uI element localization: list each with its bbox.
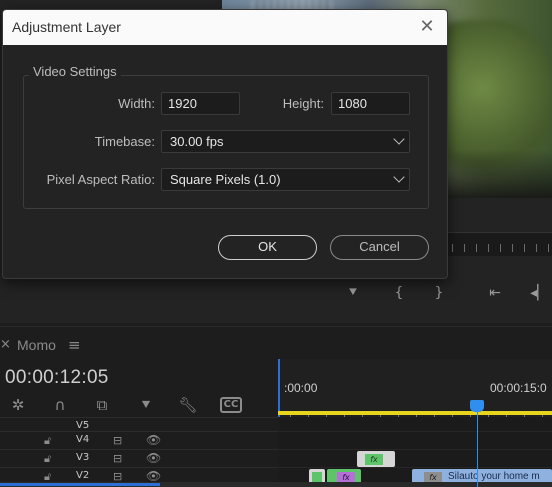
eye-icon[interactable]: 👁︎ [146, 433, 161, 447]
height-label: Height: [282, 96, 324, 111]
add-marker-icon[interactable]: ⯆ [342, 282, 364, 304]
track-headers: V5 🔓︎ V4 ⊟ 👁︎ 🔓︎ V3 ⊟ 👁︎ 🔓︎ V2 ⊟ 👁︎ [0, 417, 278, 487]
timebase-value: 30.00 fps [170, 134, 224, 149]
ruler-time-mid: 00:00:15:0 [490, 381, 547, 395]
go-to-in-icon[interactable]: ⇤ [484, 282, 506, 304]
height-field[interactable]: 1080 [331, 92, 410, 115]
track-name: V4 [76, 434, 90, 445]
captions-icon[interactable]: CC [220, 397, 242, 413]
pixel-aspect-ratio-select[interactable]: Square Pixels (1.0) [161, 168, 410, 191]
close-tab-icon[interactable]: × [0, 337, 11, 352]
width-field[interactable]: 1920 [161, 92, 240, 115]
step-back-icon[interactable]: ◂▏ [528, 282, 550, 304]
timeline-tab-label[interactable]: Momo [17, 337, 56, 353]
track-area[interactable]: fx fx fx Silauto your home m [279, 417, 552, 487]
pixel-aspect-ratio-label: Pixel Aspect Ratio: [46, 172, 155, 187]
timeline-ruler[interactable]: :00:00 00:00:15:0 [278, 359, 552, 417]
timeline-timecode[interactable]: 00:00:12:05 [5, 367, 109, 389]
panel-menu-icon[interactable]: ≡ [68, 336, 81, 354]
mark-in-icon[interactable]: { [388, 282, 410, 304]
snap-magnet-icon[interactable]: ∩ [48, 393, 72, 417]
chevron-down-icon [393, 171, 405, 183]
track-name: V3 [76, 452, 90, 463]
pixel-aspect-ratio-value: Square Pixels (1.0) [170, 172, 281, 187]
playhead-line [477, 412, 478, 487]
track-name: V5 [76, 420, 90, 431]
program-monitor-ruler[interactable] [448, 232, 552, 256]
sync-lock-icon[interactable]: ⊟ [113, 452, 122, 465]
timeline-panel: × Momo ≡ 00:00:12:05 ✲ ∩ ⧉ ⯆ 🔧︎ CC :00:0… [0, 326, 552, 487]
timeline-toolbar: ✲ ∩ ⧉ ⯆ 🔧︎ CC [0, 393, 278, 417]
track-name: V2 [76, 470, 90, 481]
linked-selection-icon[interactable]: ⧉ [90, 393, 114, 417]
lock-icon[interactable]: 🔓︎ [44, 452, 51, 466]
dialog-titlebar[interactable]: Adjustment Layer ✕ [3, 10, 447, 45]
eye-icon[interactable]: 👁︎ [146, 451, 161, 465]
video-settings-legend: Video Settings [29, 64, 121, 79]
clip-label: Silauto your home m [448, 471, 540, 482]
nest-sequence-icon[interactable]: ✲ [6, 393, 30, 417]
ok-button[interactable]: OK [218, 235, 317, 260]
fx-badge: fx [365, 454, 383, 465]
sync-lock-icon[interactable]: ⊟ [113, 434, 122, 447]
clip-v3-adjustment[interactable]: fx [357, 451, 395, 467]
work-area-bar[interactable] [278, 411, 552, 415]
track-lane-v4[interactable] [279, 431, 552, 449]
program-monitor-controls: ⯆ { } ⇤ ◂▏ [340, 282, 552, 306]
eye-icon[interactable]: 👁︎ [146, 469, 161, 483]
track-header-v3: 🔓︎ V3 ⊟ 👁︎ [0, 449, 278, 467]
timebase-label: Timebase: [94, 134, 155, 149]
timebase-select[interactable]: 30.00 fps [161, 130, 410, 153]
dialog-title: Adjustment Layer [12, 19, 121, 35]
scrollbar-thumb[interactable] [0, 483, 160, 486]
lock-icon[interactable]: 🔓︎ [44, 434, 51, 448]
timeline-header: × Momo ≡ [0, 331, 552, 357]
playhead-handle[interactable] [470, 400, 484, 412]
cancel-button[interactable]: Cancel [330, 235, 429, 260]
close-icon[interactable]: ✕ [415, 15, 439, 39]
settings-wrench-icon[interactable]: 🔧︎ [176, 393, 200, 417]
ruler-time-start: :00:00 [284, 381, 318, 395]
adjustment-layer-dialog: Adjustment Layer ✕ Video Settings Width:… [2, 9, 448, 279]
bottom-scrollbar[interactable] [0, 482, 552, 487]
add-marker-icon[interactable]: ⯆ [134, 393, 158, 417]
width-label: Width: [118, 96, 155, 111]
mark-out-icon[interactable]: } [428, 282, 450, 304]
track-lane-v3[interactable] [279, 449, 552, 467]
track-header-v4: 🔓︎ V4 ⊟ 👁︎ [0, 431, 278, 449]
chevron-down-icon [393, 133, 405, 145]
